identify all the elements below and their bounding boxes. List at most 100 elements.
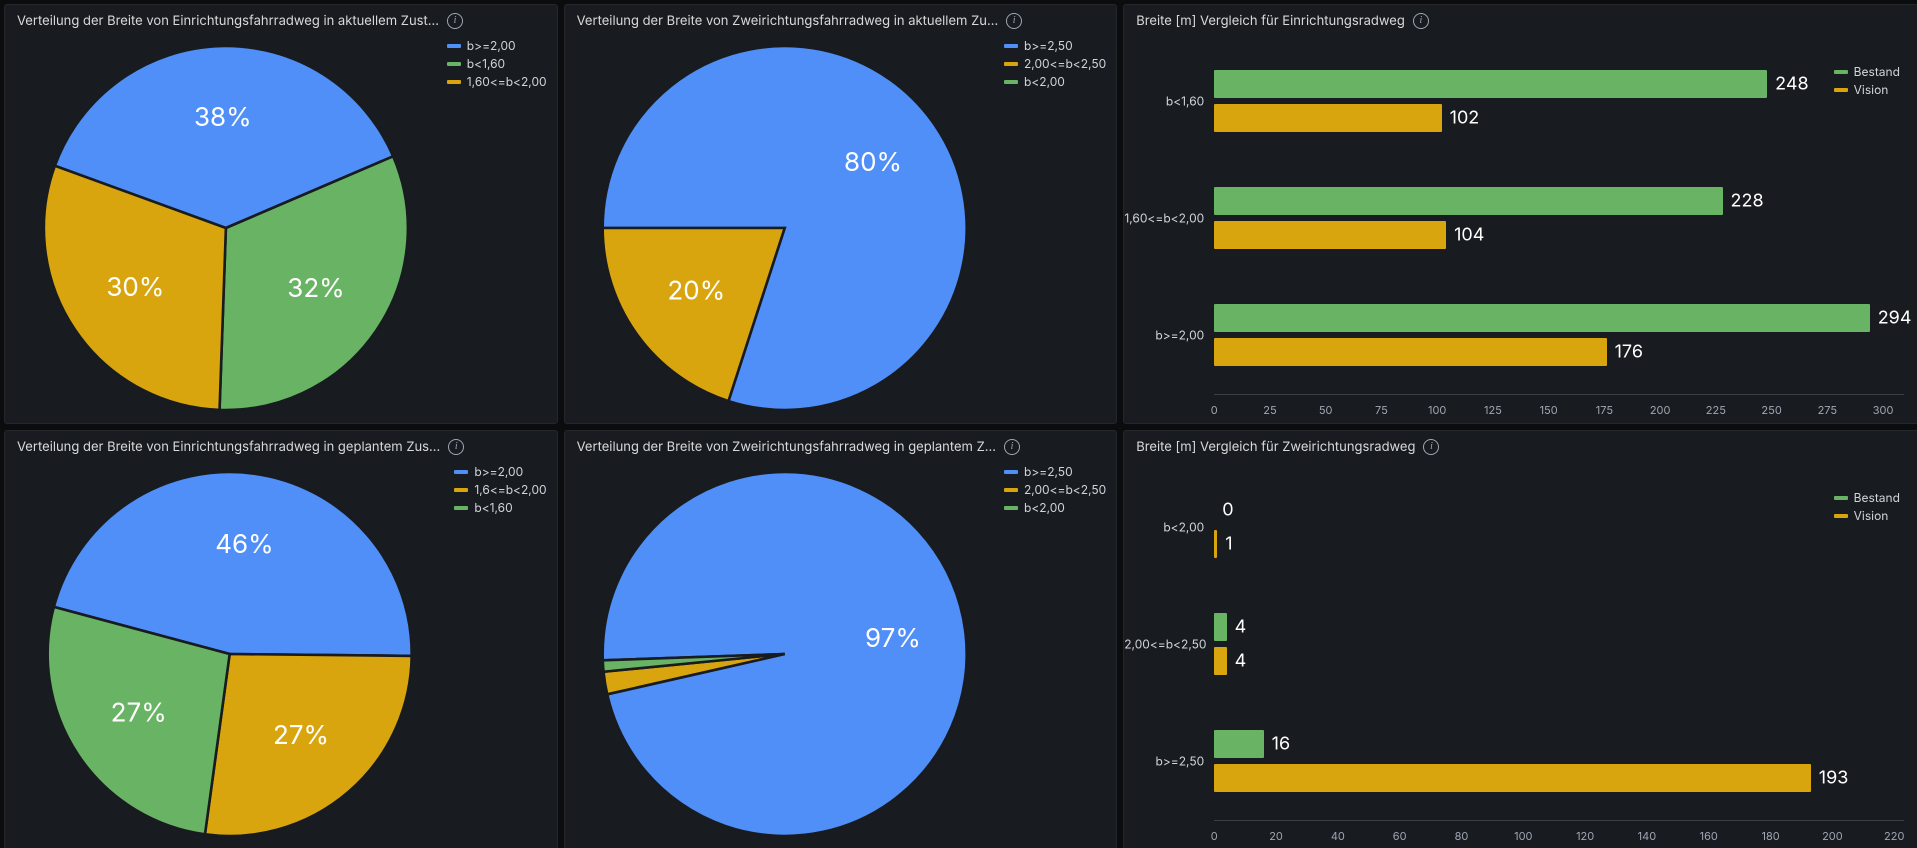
legend-item[interactable]: b<1,60: [447, 55, 547, 73]
pie-chart: 80% 20%: [565, 33, 1004, 423]
legend-item[interactable]: 2,00<=b<2,50: [1004, 481, 1106, 499]
legend-item[interactable]: Vision: [1834, 507, 1900, 525]
x-tick: 200: [1822, 829, 1843, 843]
legend-swatch: [447, 62, 461, 66]
bar-vision[interactable]: 104: [1214, 221, 1446, 249]
pie-chart: 46%27%27%: [5, 459, 454, 848]
bar-value-label: 248: [1767, 74, 1808, 95]
legend-swatch: [447, 44, 461, 48]
legend-item[interactable]: Bestand: [1834, 63, 1900, 81]
legend-item[interactable]: b>=2,50: [1004, 463, 1106, 481]
bar-vision[interactable]: 102: [1214, 104, 1441, 132]
panel-body: 38%32%30% b>=2,00b<1,601,60<=b<2,00: [5, 33, 557, 423]
category-label: b<2,00: [1124, 520, 1204, 535]
panel-bar-zweirichtung[interactable]: Breite [m] Vergleich für Zweirichtungsra…: [1123, 430, 1917, 848]
pie-slice-label: 32%: [287, 273, 344, 304]
pie-slice-label: 38%: [194, 102, 252, 133]
bar-bestand[interactable]: 294: [1214, 304, 1869, 332]
legend-swatch: [1834, 70, 1848, 74]
panel-header: Verteilung der Breite von Einrichtungsfa…: [5, 5, 557, 33]
legend-item[interactable]: b<1,60: [454, 499, 546, 517]
legend: BestandVision: [1834, 485, 1910, 525]
legend-swatch: [1834, 88, 1848, 92]
legend-label: 2,00<=b<2,50: [1024, 55, 1106, 73]
info-icon[interactable]: i: [1413, 13, 1429, 29]
x-tick: 225: [1706, 403, 1726, 417]
x-tick: 250: [1761, 403, 1781, 417]
x-axis: 020406080100120140160180200220: [1214, 819, 1904, 843]
legend-item[interactable]: b>=2,50: [1004, 37, 1106, 55]
panel-pie-einrichtung-ist[interactable]: Verteilung der Breite von Einrichtungsfa…: [4, 4, 558, 424]
category-label: 1,60<=b<2,00: [1124, 211, 1204, 226]
panel-title: Verteilung der Breite von Einrichtungsfa…: [17, 439, 440, 455]
panel-bar-einrichtung[interactable]: Breite [m] Vergleich für Einrichtungsrad…: [1123, 4, 1917, 424]
x-tick: 120: [1576, 829, 1594, 843]
bar-value-label: 228: [1723, 191, 1764, 212]
legend-item[interactable]: Vision: [1834, 81, 1900, 99]
x-tick: 220: [1884, 829, 1904, 843]
legend-label: b<2,00: [1024, 499, 1065, 517]
legend-swatch: [1004, 80, 1018, 84]
info-icon[interactable]: i: [448, 439, 464, 455]
legend-swatch: [1004, 506, 1018, 510]
hbar-chart: b<1,602481021,60<=b<2,00228104b>=2,00294…: [1124, 33, 1917, 423]
legend-swatch: [454, 488, 468, 492]
bar-vision[interactable]: 4: [1214, 647, 1226, 675]
panel-pie-einrichtung-plan[interactable]: Verteilung der Breite von Einrichtungsfa…: [4, 430, 558, 848]
panel-pie-zweirichtung-ist[interactable]: Verteilung der Breite von Zweirichtungsf…: [564, 4, 1118, 424]
legend-item[interactable]: b<2,00: [1004, 499, 1106, 517]
panel-body: 46%27%27% b>=2,001,6<=b<2,00b<1,60: [5, 459, 557, 848]
category-label: b>=2,50: [1124, 753, 1204, 768]
panel-title: Breite [m] Vergleich für Einrichtungsrad…: [1136, 13, 1405, 29]
info-icon[interactable]: i: [1004, 439, 1020, 455]
legend-label: Vision: [1854, 507, 1889, 525]
legend-label: 2,00<=b<2,50: [1024, 481, 1106, 499]
legend-label: b>=2,50: [1024, 37, 1073, 55]
bar-vision[interactable]: 193: [1214, 764, 1811, 792]
panel-title: Verteilung der Breite von Zweirichtungsf…: [577, 439, 996, 455]
bar-bestand[interactable]: 4: [1214, 613, 1226, 641]
legend-item[interactable]: b>=2,00: [447, 37, 547, 55]
legend-item[interactable]: b>=2,00: [454, 463, 546, 481]
x-tick: 150: [1540, 403, 1558, 417]
info-icon[interactable]: i: [447, 13, 463, 29]
bar-vision[interactable]: 176: [1214, 338, 1606, 366]
bar-bestand[interactable]: 16: [1214, 730, 1263, 758]
x-tick: 20: [1269, 829, 1283, 843]
pie-slice-label: 20%: [667, 275, 725, 306]
bar-vision[interactable]: 1: [1214, 530, 1217, 558]
bar-bestand[interactable]: 248: [1214, 70, 1767, 98]
info-icon[interactable]: i: [1423, 439, 1439, 455]
panel-pie-zweirichtung-plan[interactable]: Verteilung der Breite von Zweirichtungsf…: [564, 430, 1118, 848]
bar-value-label: 16: [1264, 733, 1290, 754]
x-tick: 60: [1393, 829, 1407, 843]
panel-header: Verteilung der Breite von Zweirichtungsf…: [565, 5, 1117, 33]
legend-label: b>=2,00: [467, 37, 516, 55]
panel-header: Verteilung der Breite von Einrichtungsfa…: [5, 431, 557, 459]
legend-item[interactable]: 2,00<=b<2,50: [1004, 55, 1106, 73]
legend-item[interactable]: Bestand: [1834, 489, 1900, 507]
legend-item[interactable]: b<2,00: [1004, 73, 1106, 91]
legend-swatch: [454, 506, 468, 510]
pie-svg: 46%27%27%: [5, 459, 454, 848]
x-tick: 175: [1596, 403, 1613, 417]
panel-header: Breite [m] Vergleich für Zweirichtungsra…: [1124, 431, 1917, 459]
x-tick: 300: [1873, 403, 1894, 417]
panel-body: b<2,00012,00<=b<2,5044b>=2,5016193020406…: [1124, 459, 1917, 848]
legend-label: b<1,60: [474, 499, 512, 517]
legend: b>=2,001,6<=b<2,00b<1,60: [454, 459, 556, 848]
legend-label: b>=2,00: [474, 463, 523, 481]
x-tick: 125: [1484, 403, 1502, 417]
legend-label: 1,6<=b<2,00: [474, 481, 546, 499]
legend-swatch: [1834, 514, 1848, 518]
pie-slice-label: 80%: [844, 147, 902, 178]
x-tick: 200: [1650, 403, 1671, 417]
info-icon[interactable]: i: [1006, 13, 1022, 29]
legend-item[interactable]: 1,6<=b<2,00: [454, 481, 546, 499]
bar-bestand[interactable]: 228: [1214, 187, 1722, 215]
legend-item[interactable]: 1,60<=b<2,00: [447, 73, 547, 91]
panel-body: 80% 20% b>=2,502,00<=b<2,50b<2,00: [565, 33, 1117, 423]
legend-swatch: [1004, 470, 1018, 474]
x-tick: 100: [1514, 829, 1532, 843]
legend-swatch: [1834, 496, 1848, 500]
